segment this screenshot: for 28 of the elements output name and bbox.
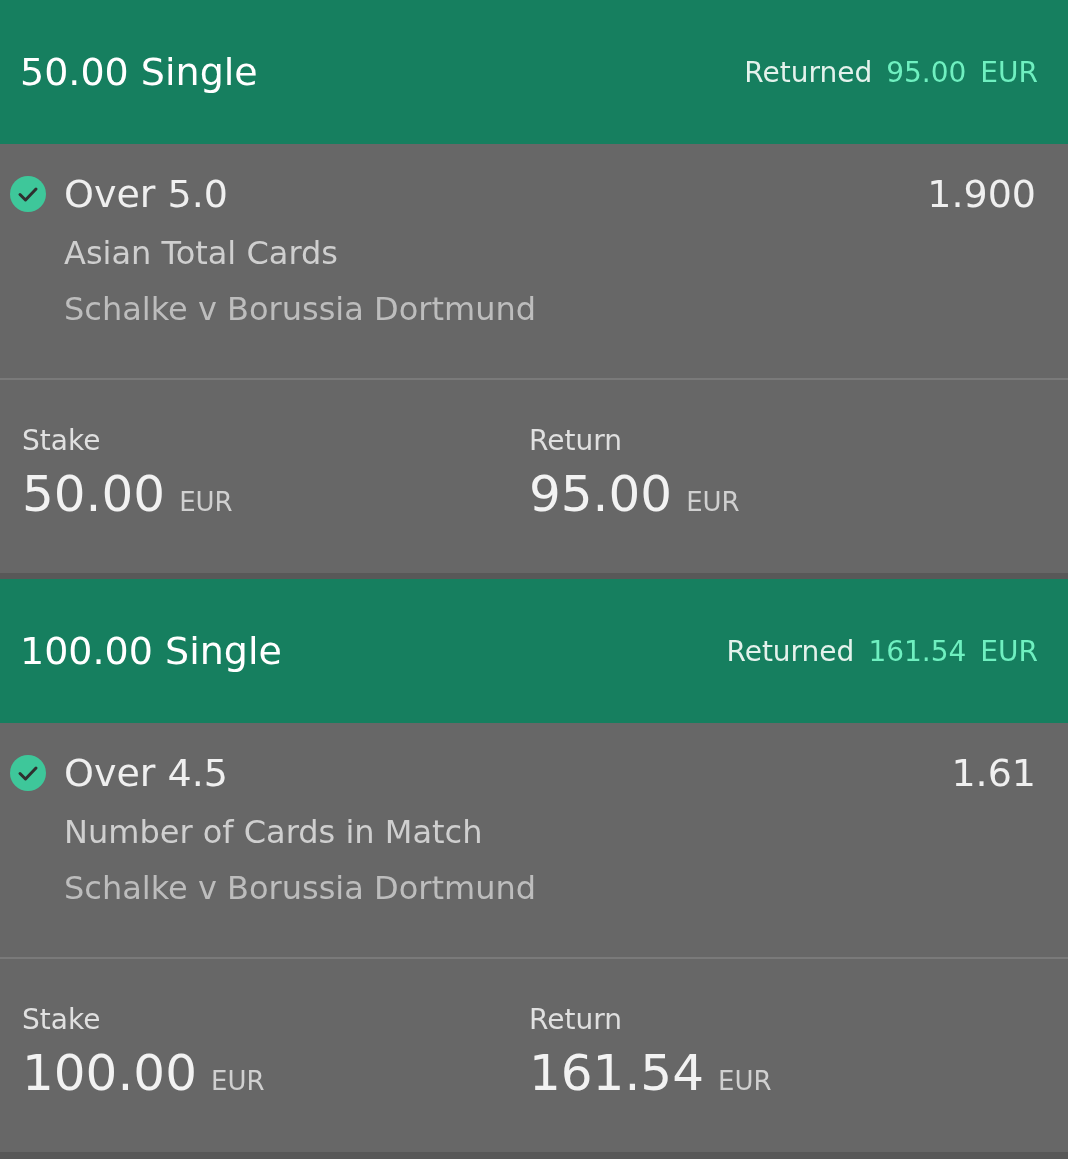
returned-amount: 161.54 — [868, 634, 967, 668]
currency: EUR — [179, 487, 233, 517]
stake-label: Stake — [22, 1003, 102, 1036]
return-amount: 161.54 — [529, 1044, 704, 1102]
stake-label: Stake — [22, 424, 102, 457]
returned-label: Returned — [726, 634, 855, 668]
currency: EUR — [686, 487, 740, 517]
return-label: Return — [529, 424, 623, 457]
market-name: Number of Cards in Match — [63, 813, 484, 851]
event-name: Schalke v Borussia Dortmund — [63, 290, 537, 328]
returned-label: Returned — [744, 55, 873, 89]
market-name: Asian Total Cards — [63, 234, 339, 272]
returned-currency: EUR — [980, 634, 1038, 668]
odds: 1.61 — [951, 751, 1036, 795]
currency: EUR — [717, 1066, 772, 1096]
bet-title: 50.00 Single — [20, 50, 258, 94]
stake-amount: 50.00 — [22, 465, 166, 523]
odds: 1.900 — [927, 172, 1036, 216]
stake-amount: 100.00 — [22, 1044, 197, 1102]
currency: EUR — [210, 1066, 265, 1096]
return-amount: 95.00 — [529, 465, 673, 523]
selection-name: Over 5.0 — [64, 172, 229, 216]
event-name: Schalke v Borussia Dortmund — [63, 869, 537, 907]
bet-title: 100.00 Single — [20, 629, 282, 673]
returned-currency: EUR — [980, 55, 1038, 89]
returned-amount: 95.00 — [886, 55, 967, 89]
return-label: Return — [529, 1003, 623, 1036]
selection-name: Over 4.5 — [64, 751, 229, 795]
